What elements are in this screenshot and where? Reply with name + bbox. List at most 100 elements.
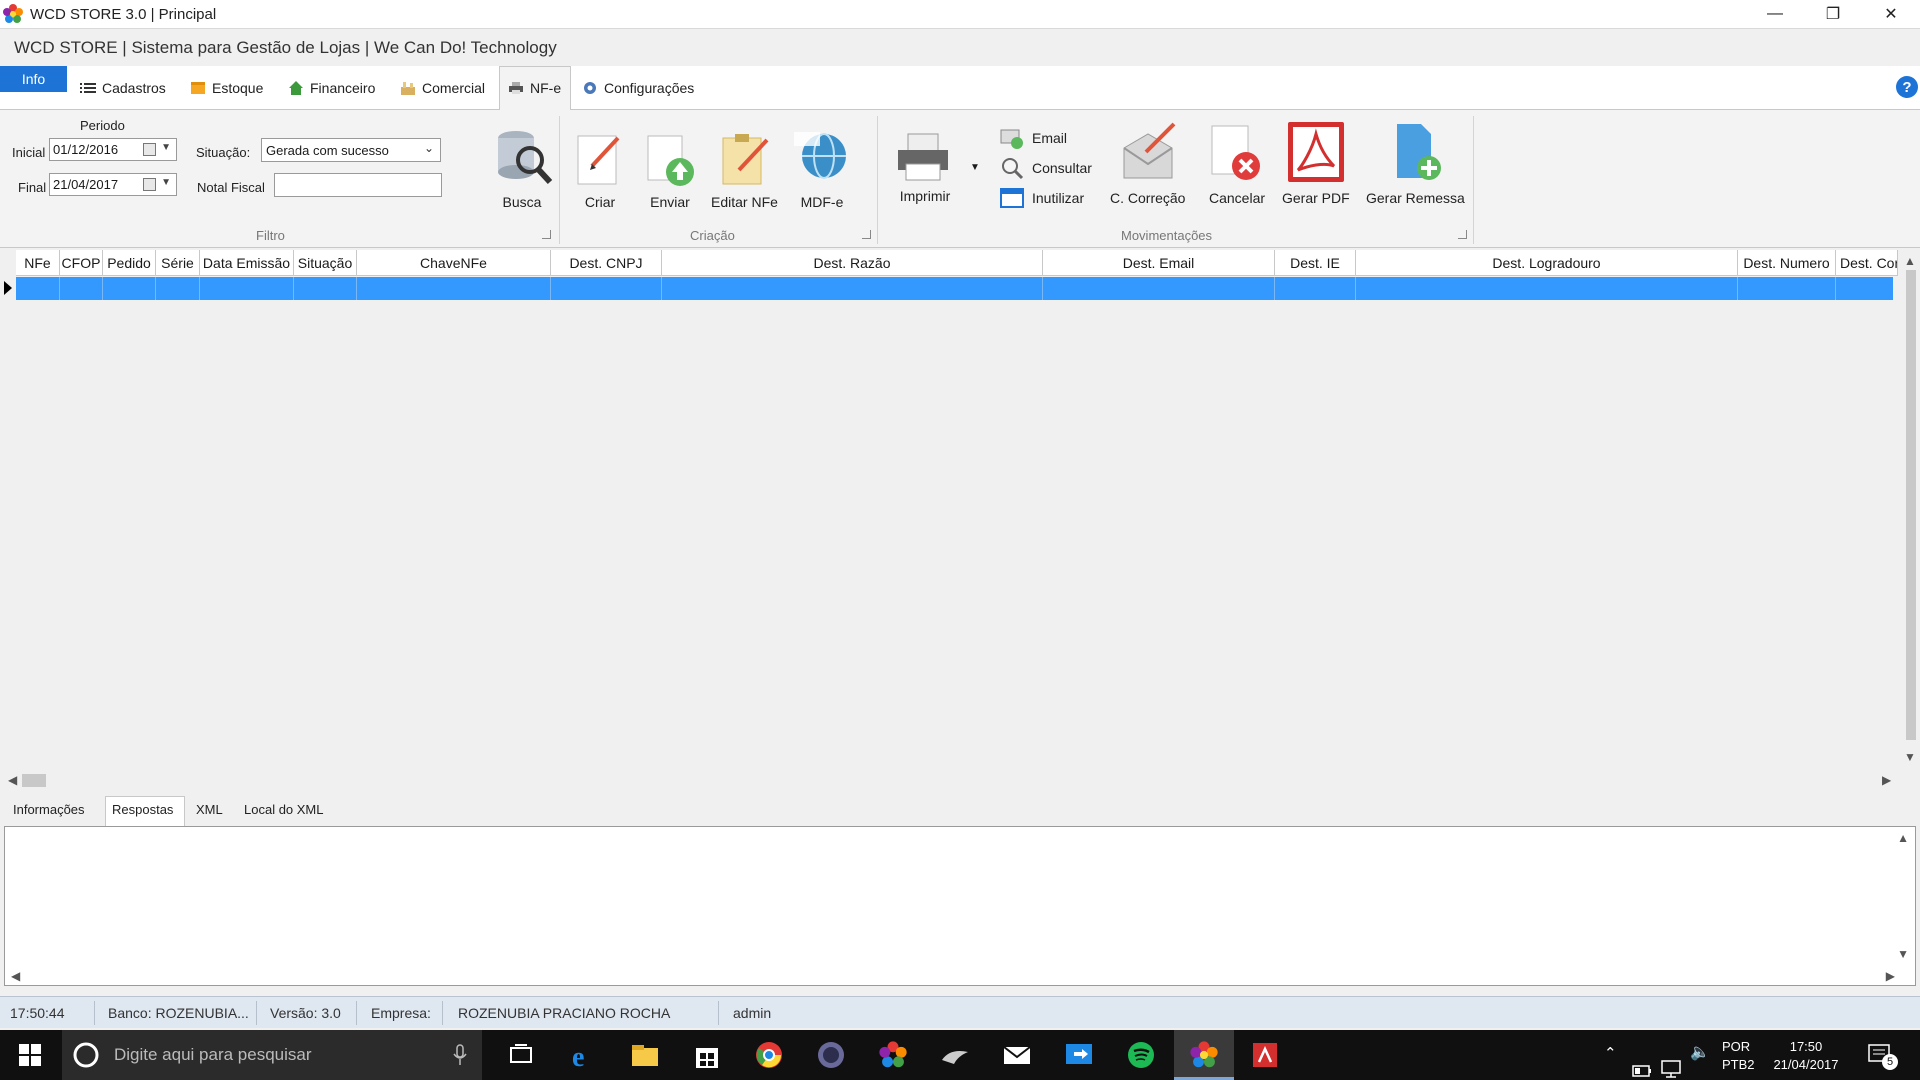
table-cell[interactable] [357, 277, 551, 300]
column-header-dest-cnpj[interactable]: Dest. CNPJ [551, 250, 662, 276]
column-header-dest-complemento[interactable]: Dest. Cor [1836, 250, 1898, 276]
network-icon[interactable] [1660, 1044, 1682, 1080]
scroll-left-icon[interactable]: ◀ [11, 969, 20, 983]
table-row[interactable] [16, 277, 1893, 300]
scroll-right-icon[interactable]: ▶ [1882, 773, 1891, 787]
nota-fiscal-input[interactable] [274, 173, 442, 197]
inicial-date-picker[interactable]: 01/12/2016 ▼ [49, 138, 177, 161]
column-header-dest-ie[interactable]: Dest. IE [1275, 250, 1356, 276]
tab-info[interactable]: Info [0, 66, 67, 92]
volume-icon[interactable]: 🔈 [1690, 1042, 1710, 1080]
filtro-launcher-icon[interactable] [542, 230, 551, 239]
taskbar-clock[interactable]: 17:50 21/04/2017 [1770, 1038, 1842, 1080]
column-header-chave-nfe[interactable]: ChaveNFe [357, 250, 551, 276]
editar-nfe-button[interactable]: Editar NFe [711, 130, 778, 210]
tab-nfe[interactable]: NF-e [508, 76, 561, 100]
table-cell[interactable] [1836, 277, 1893, 300]
mdfe-button[interactable]: MDF-e [792, 126, 852, 210]
busca-button[interactable]: Busca [490, 126, 554, 210]
tab-comercial[interactable]: Comercial [400, 76, 485, 100]
microphone-icon[interactable] [452, 1044, 468, 1066]
table-cell[interactable] [662, 277, 1043, 300]
horizontal-scroll-thumb[interactable] [22, 774, 46, 787]
column-header-nfe[interactable]: NFe [16, 250, 60, 276]
imprimir-button[interactable]: Imprimir [894, 130, 956, 204]
eclipse-icon[interactable] [816, 1040, 846, 1070]
horizontal-scrollbar[interactable]: ◀ ▶ [0, 770, 1920, 790]
cancelar-button[interactable]: Cancelar [1206, 120, 1268, 206]
dropdown-arrow-icon[interactable]: ▼ [161, 177, 171, 188]
tab-configuracoes[interactable]: Configurações [582, 76, 694, 100]
vertical-scrollbar[interactable]: ▲ ▼ [1900, 250, 1920, 770]
table-cell[interactable] [103, 277, 156, 300]
calendar-icon[interactable] [143, 178, 156, 191]
calendar-icon[interactable] [143, 143, 156, 156]
column-header-situacao[interactable]: Situação [294, 250, 357, 276]
start-button[interactable] [0, 1030, 60, 1080]
table-cell[interactable] [156, 277, 200, 300]
scroll-right-icon[interactable]: ▶ [1886, 969, 1895, 983]
gerar-remessa-button[interactable]: Gerar Remessa [1366, 120, 1465, 206]
column-header-data-emissao[interactable]: Data Emissão [200, 250, 294, 276]
wcd-store-logo-icon[interactable] [878, 1040, 908, 1070]
column-header-dest-numero[interactable]: Dest. Numero [1738, 250, 1836, 276]
remote-desktop-icon[interactable] [1064, 1040, 1094, 1070]
tab-respostas[interactable]: Respostas [112, 802, 173, 817]
chrome-icon[interactable] [754, 1040, 784, 1070]
respostas-text-area[interactable]: ▲ ▼ ◀ ▶ [4, 826, 1916, 986]
dropdown-arrow-icon[interactable]: ▼ [161, 142, 171, 153]
tab-local-do-xml[interactable]: Local do XML [244, 802, 324, 817]
close-button[interactable]: ✕ [1862, 0, 1920, 29]
column-header-cfop[interactable]: CFOP [60, 250, 103, 276]
tray-expand-icon[interactable]: ⌃ [1604, 1044, 1617, 1080]
tab-estoque[interactable]: Estoque [190, 76, 263, 100]
wcd-store-active-icon[interactable] [1189, 1040, 1219, 1070]
pdf-reader-icon[interactable] [1250, 1040, 1280, 1070]
dragon-app-icon[interactable] [940, 1040, 970, 1070]
column-header-dest-logradouro[interactable]: Dest. Logradouro [1356, 250, 1738, 276]
file-explorer-icon[interactable] [630, 1040, 660, 1070]
tab-financeiro[interactable]: Financeiro [288, 76, 375, 100]
column-header-serie[interactable]: Série [156, 250, 200, 276]
restore-button[interactable]: ❐ [1804, 0, 1862, 29]
column-header-pedido[interactable]: Pedido [103, 250, 156, 276]
table-cell[interactable] [1738, 277, 1836, 300]
nfe-data-grid[interactable]: NFe CFOP Pedido Série Data Emissão Situa… [0, 250, 1920, 790]
imprimir-dropdown-icon[interactable]: ▼ [970, 162, 980, 173]
carta-correcao-button[interactable]: C. Correção [1110, 120, 1185, 206]
tab-informacoes[interactable]: Informações [13, 802, 85, 817]
consultar-button[interactable]: Consultar [1000, 156, 1092, 180]
table-cell[interactable] [200, 277, 294, 300]
help-icon[interactable]: ? [1896, 76, 1918, 98]
final-date-picker[interactable]: 21/04/2017 ▼ [49, 173, 177, 196]
table-cell[interactable] [551, 277, 662, 300]
enviar-button[interactable]: Enviar [642, 130, 698, 210]
scroll-down-icon[interactable]: ▼ [1897, 947, 1909, 961]
language-indicator[interactable]: POR PTB2 [1722, 1038, 1755, 1080]
email-button[interactable]: Email [1000, 126, 1067, 150]
scroll-left-icon[interactable]: ◀ [8, 773, 17, 787]
store-icon[interactable] [692, 1040, 722, 1070]
criacao-launcher-icon[interactable] [862, 230, 871, 239]
criar-button[interactable]: Criar [572, 130, 628, 210]
scroll-down-icon[interactable]: ▼ [1904, 750, 1916, 764]
column-header-dest-email[interactable]: Dest. Email [1043, 250, 1275, 276]
table-cell[interactable] [16, 277, 60, 300]
table-cell[interactable] [60, 277, 103, 300]
table-cell[interactable] [1356, 277, 1738, 300]
table-cell[interactable] [1043, 277, 1275, 300]
tab-cadastros[interactable]: Cadastros [80, 76, 166, 100]
vertical-scroll-thumb[interactable] [1906, 270, 1916, 740]
edge-browser-icon[interactable]: e [568, 1040, 598, 1070]
scroll-up-icon[interactable]: ▲ [1904, 254, 1916, 268]
minimize-button[interactable]: — [1746, 0, 1804, 29]
inutilizar-button[interactable]: Inutilizar [1000, 186, 1084, 210]
battery-icon[interactable] [1632, 1046, 1652, 1080]
scroll-up-icon[interactable]: ▲ [1897, 831, 1909, 845]
gerar-pdf-button[interactable]: Gerar PDF [1282, 120, 1350, 206]
tab-xml[interactable]: XML [196, 802, 223, 817]
table-cell[interactable] [1275, 277, 1356, 300]
task-view-icon[interactable] [506, 1040, 536, 1070]
spotify-icon[interactable] [1126, 1040, 1156, 1070]
table-cell[interactable] [294, 277, 357, 300]
